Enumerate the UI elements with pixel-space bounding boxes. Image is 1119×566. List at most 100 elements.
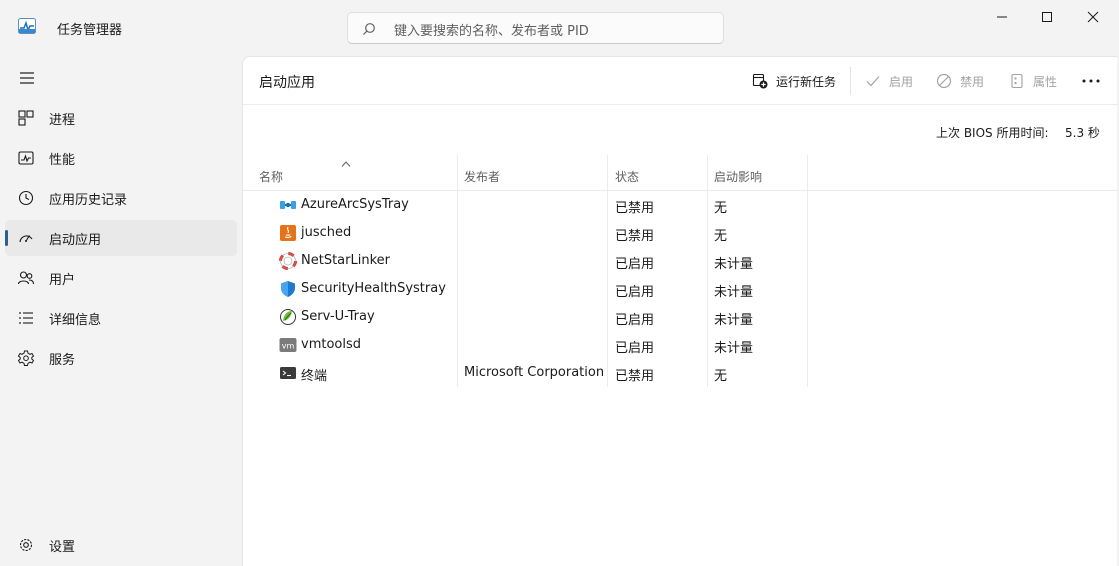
app-status: 已启用 [615, 257, 655, 272]
services-icon [17, 350, 35, 366]
sidebar-item-details[interactable]: 详细信息 [5, 300, 237, 336]
app-status: 已启用 [615, 341, 655, 356]
gear-icon [19, 538, 33, 552]
java-icon [280, 225, 296, 241]
bios-time-value: 5.3 秒 [1065, 126, 1100, 140]
svg-text:vm: vm [282, 342, 295, 351]
close-icon [1087, 11, 1099, 23]
maximize-button[interactable] [1024, 0, 1070, 34]
app-startup-impact: 未计量 [714, 341, 754, 356]
app-name: vmtoolsd [301, 337, 361, 352]
vm-icon: vm [279, 338, 297, 352]
column-header-label: 启动影响 [714, 170, 763, 184]
sidebar-item-label: 详细信息 [49, 313, 102, 328]
app-name: 终端 [301, 369, 328, 384]
column-header-name[interactable]: 名称 [243, 155, 457, 191]
prohibited-icon [936, 73, 952, 89]
search-box[interactable]: 键入要搜索的名称、发布者或 PID [347, 12, 724, 44]
close-button[interactable] [1070, 0, 1116, 34]
properties-label: 属性 [1033, 74, 1058, 89]
sidebar-item-label: 进程 [49, 113, 76, 128]
sidebar-item-label: 性能 [49, 153, 76, 168]
sidebar-item-startup-apps[interactable]: 启动应用 [5, 220, 237, 256]
column-header-status[interactable]: 状态 [608, 155, 708, 191]
sidebar-item-label: 应用历史记录 [49, 193, 128, 208]
terminal-icon [280, 367, 296, 379]
active-indicator [5, 230, 8, 246]
table-row[interactable]: SecurityHealthSystray 已启用 未计量 [243, 275, 808, 303]
azure-arc-icon [280, 201, 296, 209]
app-startup-impact: 未计量 [714, 257, 754, 272]
table-header: 名称 发布者 状态 启动影响 [243, 155, 1118, 191]
bios-time-label: 上次 BIOS 所用时间: [936, 126, 1049, 140]
run-new-task-button[interactable]: 运行新任务 [752, 71, 836, 91]
column-header-publisher[interactable]: 发布者 [458, 155, 608, 191]
startup-apps-icon [19, 235, 33, 243]
column-header-startup-impact[interactable]: 启动影响 [708, 155, 808, 191]
sidebar: 进程 性能 应用历史记录 启动应用 用户 详细信息 服务 设置 [0, 56, 242, 566]
app-status: 已禁用 [615, 201, 655, 216]
details-icon [19, 312, 33, 324]
search-input[interactable]: 键入要搜索的名称、发布者或 PID [394, 20, 589, 39]
settings-label: 设置 [49, 540, 76, 555]
table-row[interactable]: vm vmtoolsd 已启用 未计量 [243, 331, 808, 359]
app-startup-impact: 未计量 [714, 313, 754, 328]
app-startup-impact: 未计量 [714, 285, 754, 300]
run-new-task-label: 运行新任务 [776, 74, 837, 89]
app-name: AzureArcSysTray [301, 197, 409, 212]
app-startup-impact: 无 [714, 229, 728, 244]
app-status: 已禁用 [615, 369, 655, 384]
app-status: 已禁用 [615, 229, 655, 244]
properties-icon [1011, 73, 1023, 89]
title-bar: 任务管理器 键入要搜索的名称、发布者或 PID [0, 0, 1119, 56]
app-startup-impact: 无 [714, 201, 728, 216]
sidebar-item-label: 服务 [49, 353, 76, 368]
enable-label: 启用 [889, 74, 914, 89]
column-header-label: 名称 [259, 170, 284, 184]
table-row[interactable]: Serv-U-Tray 已启用 未计量 [243, 303, 808, 331]
run-new-task-icon [752, 73, 768, 89]
processes-icon [18, 110, 34, 126]
app-history-icon [18, 190, 34, 206]
hamburger-menu-button[interactable] [12, 65, 42, 91]
sidebar-item-label: 启动应用 [49, 233, 102, 248]
sidebar-item-processes[interactable]: 进程 [5, 100, 237, 136]
properties-button[interactable]: 属性 [1009, 71, 1057, 91]
hamburger-icon [20, 72, 34, 84]
page-title: 启动应用 [259, 75, 315, 91]
table-row[interactable]: jusched 已禁用 无 [243, 219, 808, 247]
table-row[interactable]: 终端 Microsoft Corporation 已禁用 无 [243, 359, 808, 387]
app-name: Serv-U-Tray [301, 309, 375, 324]
more-options-button[interactable] [1081, 71, 1101, 91]
table-row[interactable]: NetStarLinker 已启用 未计量 [243, 247, 808, 275]
toolbar-divider [850, 67, 851, 95]
app-publisher: Microsoft Corporation [464, 365, 605, 380]
sidebar-item-performance[interactable]: 性能 [5, 140, 237, 176]
checkmark-icon [866, 76, 880, 87]
app-status: 已启用 [615, 285, 655, 300]
servu-icon [280, 309, 296, 325]
disable-button[interactable]: 禁用 [936, 71, 984, 91]
shield-icon [281, 281, 295, 297]
performance-icon [18, 151, 34, 165]
panel-header: 启动应用 运行新任务 启用 禁用 属性 [243, 57, 1118, 105]
search-icon [363, 23, 375, 35]
app-name: SecurityHealthSystray [301, 281, 446, 296]
enable-button[interactable]: 启用 [865, 71, 913, 91]
task-manager-app-icon [18, 18, 36, 34]
column-header-label: 状态 [615, 170, 640, 184]
minimize-button[interactable] [979, 0, 1025, 34]
sidebar-item-app-history[interactable]: 应用历史记录 [5, 180, 237, 216]
app-name: NetStarLinker [301, 253, 390, 268]
disable-label: 禁用 [960, 74, 985, 89]
app-name: jusched [301, 225, 352, 240]
column-header-label: 发布者 [464, 170, 501, 184]
sidebar-item-users[interactable]: 用户 [5, 260, 237, 296]
sidebar-item-services[interactable]: 服务 [5, 340, 237, 376]
more-icon [1082, 79, 1100, 83]
table-row[interactable]: AzureArcSysTray 已禁用 无 [243, 191, 808, 219]
maximize-icon [1042, 12, 1052, 22]
sidebar-item-settings[interactable]: 设置 [5, 527, 237, 563]
app-startup-impact: 无 [714, 369, 728, 384]
main-panel: 启动应用 运行新任务 启用 禁用 属性 上次 BIOS 所用时间: 5.3 秒 … [242, 56, 1118, 566]
